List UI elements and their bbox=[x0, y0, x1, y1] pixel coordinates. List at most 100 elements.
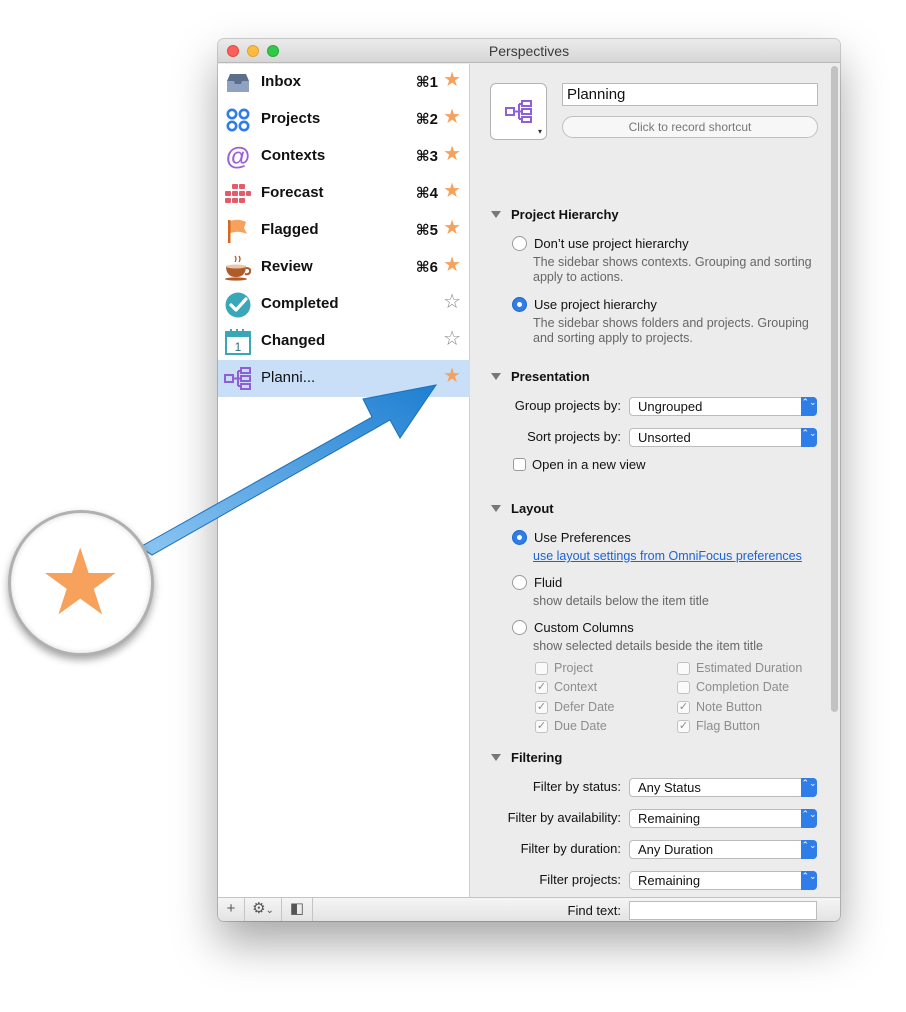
use-hierarchy-description: The sidebar shows folders and projects. … bbox=[533, 316, 809, 345]
flag-icon bbox=[228, 219, 247, 243]
coffee-cup-icon bbox=[225, 255, 252, 281]
chevron-down-icon: ▾ bbox=[537, 127, 542, 136]
toggle-sidebar-button[interactable]: ◧ bbox=[282, 898, 313, 921]
presentation-heading[interactable]: Presentation bbox=[491, 369, 590, 384]
hierarchy-icon bbox=[224, 367, 251, 390]
sidebar-item-label: Forecast bbox=[261, 184, 324, 201]
chevron-down-icon: ⌄ bbox=[265, 905, 274, 916]
checkbox[interactable]: ✓ bbox=[535, 681, 548, 694]
sidebar-item-review[interactable]: Review ⌘6 ★ bbox=[218, 249, 470, 286]
calendar-icon: 1 bbox=[225, 329, 251, 355]
project-hierarchy-heading[interactable]: Project Hierarchy bbox=[491, 207, 619, 222]
sidebar-toggle-icon: ◧ bbox=[289, 900, 305, 917]
fluid-description: show details below the item title bbox=[533, 594, 709, 608]
radio-label: Use Preferences bbox=[534, 530, 631, 545]
checkbox[interactable]: ✓ bbox=[677, 720, 690, 733]
star-icon[interactable]: ★ bbox=[443, 366, 461, 386]
checkbox-label: Defer Date bbox=[554, 700, 615, 714]
filtering-heading[interactable]: Filtering bbox=[490, 750, 562, 765]
select-arrows-icon: ⌃⌄ bbox=[801, 428, 817, 447]
checkbox[interactable] bbox=[535, 662, 548, 675]
find-text-label: Find text: bbox=[567, 903, 621, 918]
star-icon: ★ bbox=[39, 532, 122, 634]
radio-label: Don’t use project hierarchy bbox=[534, 236, 689, 251]
filter-availability-select[interactable]: Remaining ⌃⌄ bbox=[629, 809, 817, 828]
sidebar-item-label: Inbox bbox=[261, 73, 301, 90]
sidebar-item-inbox[interactable]: Inbox ⌘1 ★ bbox=[218, 64, 470, 101]
find-text-input[interactable] bbox=[629, 901, 817, 920]
select-arrows-icon: ⌃⌄ bbox=[801, 871, 817, 890]
group-projects-select[interactable]: Ungrouped ⌃⌄ bbox=[629, 397, 817, 416]
perspectives-sidebar: Inbox ⌘1 ★ Projects ⌘2 ★ @ Contexts ⌘3 ★ bbox=[218, 64, 470, 897]
select-arrows-icon: ⌃⌄ bbox=[801, 397, 817, 416]
star-icon[interactable]: ★ bbox=[443, 107, 461, 127]
checkbox[interactable]: ✓ bbox=[535, 720, 548, 733]
sidebar-item-label: Flagged bbox=[261, 221, 319, 238]
radio-button[interactable] bbox=[512, 620, 527, 635]
sidebar-item-label: Review bbox=[261, 258, 313, 275]
star-outline-icon[interactable]: ☆ bbox=[443, 329, 461, 349]
sort-projects-select[interactable]: Unsorted ⌃⌄ bbox=[629, 428, 817, 447]
sidebar-item-label: Planni... bbox=[261, 369, 316, 386]
filter-status-select[interactable]: Any Status ⌃⌄ bbox=[629, 778, 817, 797]
star-icon[interactable]: ★ bbox=[443, 144, 461, 164]
select-arrows-icon: ⌃⌄ bbox=[801, 778, 817, 797]
scrollbar[interactable] bbox=[831, 66, 838, 712]
filter-duration-select[interactable]: Any Duration ⌃⌄ bbox=[629, 840, 817, 859]
filter-duration-label: Filter by duration: bbox=[520, 841, 621, 856]
perspective-icon-picker[interactable]: ▾ bbox=[490, 83, 547, 140]
checkbox[interactable] bbox=[677, 662, 690, 675]
sidebar-item-planning[interactable]: Planni... ★ bbox=[218, 360, 470, 397]
sidebar-item-changed[interactable]: 1 Changed ☆ bbox=[218, 323, 470, 360]
checkbox[interactable]: ✓ bbox=[535, 701, 548, 714]
sidebar-item-projects[interactable]: Projects ⌘2 ★ bbox=[218, 101, 470, 138]
radio-button[interactable] bbox=[512, 236, 527, 251]
checkbox[interactable]: ✓ bbox=[677, 701, 690, 714]
forecast-icon bbox=[225, 184, 251, 203]
checkbox[interactable] bbox=[513, 458, 526, 471]
perspectives-window: Perspectives Inbox ⌘1 ★ Projects ⌘2 ★ @ … bbox=[218, 39, 840, 921]
radio-button-selected[interactable] bbox=[512, 530, 527, 545]
star-icon[interactable]: ★ bbox=[443, 218, 461, 238]
checkmark-circle-icon bbox=[225, 292, 251, 318]
record-shortcut-button[interactable]: Click to record shortcut bbox=[562, 116, 818, 138]
filter-projects-select[interactable]: Remaining ⌃⌄ bbox=[629, 871, 817, 890]
perspective-name-input[interactable] bbox=[562, 83, 818, 106]
checkbox-label: Note Button bbox=[696, 700, 763, 714]
svg-text:@: @ bbox=[226, 143, 250, 171]
radio-label: Custom Columns bbox=[534, 620, 634, 635]
radio-label: Fluid bbox=[534, 575, 563, 590]
filter-availability-label: Filter by availability: bbox=[507, 810, 621, 825]
window-title: Perspectives bbox=[488, 43, 570, 59]
inbox-icon bbox=[227, 74, 249, 92]
gear-icon: ⚙ bbox=[252, 900, 266, 917]
radio-button[interactable] bbox=[512, 575, 527, 590]
sidebar-item-completed[interactable]: Completed ☆ bbox=[218, 286, 470, 323]
radio-button-selected[interactable] bbox=[512, 297, 527, 312]
sort-projects-label: Sort projects by: bbox=[527, 429, 621, 444]
contexts-icon: @ bbox=[226, 143, 250, 171]
add-perspective-button[interactable]: + bbox=[218, 898, 245, 921]
checkbox[interactable] bbox=[677, 681, 690, 694]
shortcut-label: ⌘6 bbox=[415, 259, 438, 276]
sidebar-item-flagged[interactable]: Flagged ⌘5 ★ bbox=[218, 212, 470, 249]
checkbox-label: Project bbox=[554, 661, 593, 675]
star-outline-icon[interactable]: ☆ bbox=[443, 292, 461, 312]
svg-text:1: 1 bbox=[235, 340, 242, 354]
title-bar[interactable]: Perspectives bbox=[218, 39, 840, 63]
shortcut-label: ⌘5 bbox=[415, 222, 438, 239]
sidebar-item-label: Projects bbox=[261, 110, 321, 127]
star-icon[interactable]: ★ bbox=[443, 255, 461, 275]
filter-projects-label: Filter projects: bbox=[539, 872, 621, 887]
star-icon[interactable]: ★ bbox=[443, 181, 461, 201]
sidebar-item-forecast[interactable]: Forecast ⌘4 ★ bbox=[218, 175, 470, 212]
layout-heading[interactable]: Layout bbox=[491, 501, 554, 516]
sidebar-item-label: Completed bbox=[261, 295, 339, 312]
checkbox-label: Due Date bbox=[554, 719, 607, 733]
sidebar-item-contexts[interactable]: @ Contexts ⌘3 ★ bbox=[218, 138, 470, 175]
checkbox-label: Open in a new view bbox=[532, 457, 646, 472]
star-icon[interactable]: ★ bbox=[443, 70, 461, 90]
layout-preferences-link[interactable]: use layout settings from OmniFocus prefe… bbox=[533, 549, 802, 563]
custom-columns-description: show selected details beside the item ti… bbox=[533, 639, 763, 653]
gear-menu-button[interactable]: ⚙⌄ bbox=[245, 898, 282, 921]
